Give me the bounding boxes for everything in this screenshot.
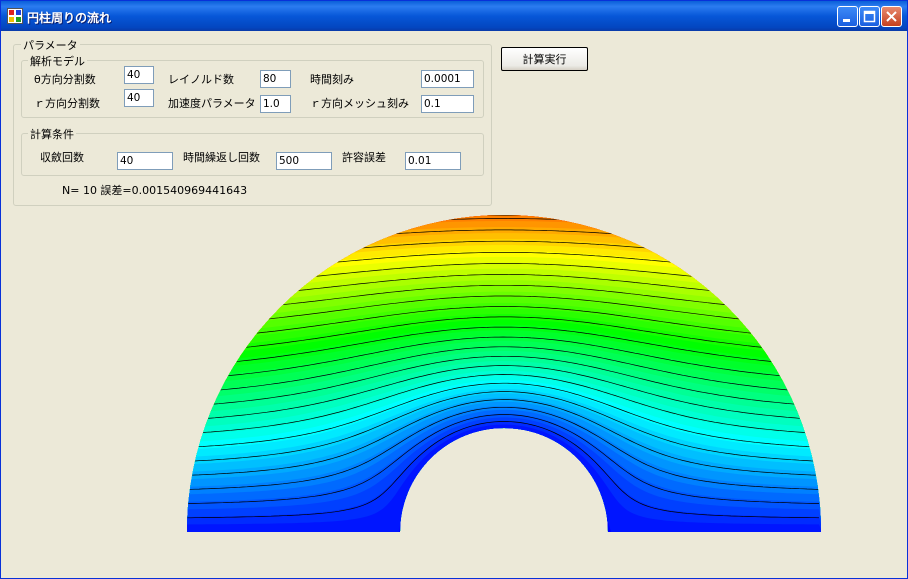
minimize-button[interactable] [837, 6, 858, 27]
flow-contour-plot [187, 215, 821, 532]
close-button[interactable] [881, 6, 902, 27]
r-div-input[interactable] [124, 89, 154, 107]
tolerance-input[interactable] [405, 152, 461, 170]
title-bar[interactable]: 円柱周りの流れ [1, 1, 907, 31]
maximize-button[interactable] [859, 6, 880, 27]
accel-label: 加速度パラメータ [168, 97, 256, 110]
status-text: N= 10 誤差=0.001540969441643 [62, 184, 248, 197]
convergence-label: 収斂回数 [40, 151, 84, 164]
convergence-input[interactable] [117, 152, 173, 170]
r-div-label: ｒ方向分割数 [34, 97, 100, 110]
repeat-label: 時間繰返し回数 [183, 151, 260, 164]
accel-input[interactable] [260, 95, 291, 113]
maximize-icon [863, 10, 876, 23]
client-area: パラメータ 解析モデル θ方向分割数 ｒ方向分割数 レイノルド数 加速度パラメー… [4, 31, 904, 576]
parameters-group: パラメータ 解析モデル θ方向分割数 ｒ方向分割数 レイノルド数 加速度パラメー… [13, 37, 492, 206]
calc-legend: 計算条件 [28, 126, 76, 142]
close-icon [886, 11, 897, 22]
window-title: 円柱周りの流れ [27, 11, 112, 25]
model-group: 解析モデル θ方向分割数 ｒ方向分割数 レイノルド数 加速度パラメータ 時間刻み… [21, 53, 484, 118]
r-mesh-label: ｒ方向メッシュ刻み [310, 97, 409, 110]
time-step-label: 時間刻み [310, 73, 354, 86]
run-calculation-label: 計算実行 [522, 53, 567, 66]
model-legend: 解析モデル [28, 53, 87, 69]
theta-div-input[interactable] [124, 66, 154, 84]
reynolds-label: レイノルド数 [168, 73, 234, 86]
r-mesh-input[interactable] [421, 95, 474, 113]
parameters-legend: パラメータ [21, 37, 80, 53]
reynolds-input[interactable] [260, 70, 291, 88]
time-step-input[interactable] [421, 70, 474, 88]
minimize-icon [843, 19, 850, 22]
repeat-input[interactable] [276, 152, 332, 170]
tolerance-label: 許容誤差 [342, 151, 386, 164]
theta-div-label: θ方向分割数 [34, 73, 96, 86]
app-window: 円柱周りの流れ パラメータ 解析モデル θ方向分割数 ｒ方向分割数 レイノルド数… [0, 0, 908, 579]
run-calculation-button[interactable]: 計算実行 [501, 47, 588, 71]
plot-content [187, 215, 821, 532]
app-icon [7, 8, 23, 24]
color-bands [187, 215, 821, 532]
calc-group: 計算条件 収斂回数 時間繰返し回数 許容誤差 [21, 126, 484, 176]
